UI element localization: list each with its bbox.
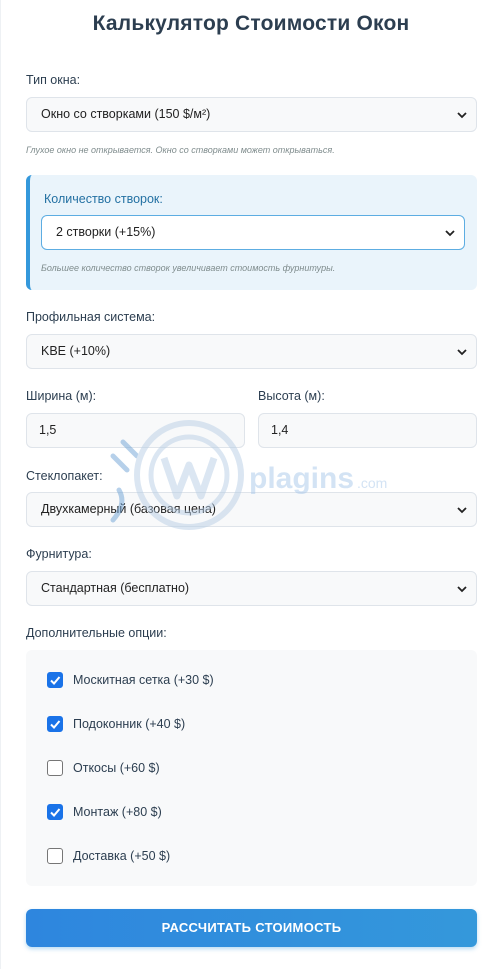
sashes-value: 2 створки (+15%) (56, 225, 156, 239)
hardware-label: Фурнитура: (26, 547, 92, 561)
sashes-select[interactable]: 2 створки (+15%) (41, 215, 465, 250)
checkmark-icon (50, 676, 61, 685)
watermark-text: plagins (249, 462, 354, 495)
checkmark-icon (50, 720, 61, 729)
glass-label: Стеклопакет: (26, 469, 103, 483)
window-type-label: Тип окна: (26, 73, 81, 87)
window-type-value: Окно со створками (150 $/м²) (41, 107, 211, 121)
checkbox[interactable] (47, 672, 63, 688)
height-input[interactable]: 1,4 (258, 413, 477, 448)
checkbox[interactable] (47, 760, 63, 776)
height-label: Высота (м): (258, 389, 325, 403)
extras-options: Москитная сетка (+30 $) Подоконник (+40 … (26, 650, 477, 886)
sashes-label: Количество створок: (44, 192, 163, 206)
page-title: Калькулятор Стоимости Окон (92, 12, 410, 35)
watermark-suffix: .com (357, 475, 387, 491)
calculator-card: Калькулятор Стоимости Окон Тип окна: Окн… (0, 0, 500, 969)
hardware-select[interactable]: Стандартная (бесплатно) (26, 571, 477, 606)
checkbox[interactable] (47, 848, 63, 864)
profile-select[interactable]: KBE (+10%) (26, 334, 477, 369)
option-slopes[interactable]: Откосы (+60 $) (47, 758, 160, 778)
sashes-panel: Количество створок: 2 створки (+15%) Бол… (26, 175, 477, 290)
profile-value: KBE (+10%) (41, 344, 111, 358)
width-label: Ширина (м): (26, 389, 97, 403)
chevron-down-icon (457, 507, 467, 514)
checkbox[interactable] (47, 804, 63, 820)
option-windowsill[interactable]: Подоконник (+40 $) (47, 714, 185, 734)
glass-value: Двухкамерный (базовая цена) (41, 502, 216, 516)
checkbox[interactable] (47, 716, 63, 732)
option-label: Подоконник (+40 $) (73, 717, 186, 731)
chevron-down-icon (457, 112, 467, 119)
calculate-button[interactable]: РАССЧИТАТЬ СТОИМОСТЬ (26, 909, 477, 947)
chevron-down-icon (445, 230, 455, 237)
profile-label: Профильная система: (26, 310, 156, 324)
window-type-hint: Глухое окно не открывается. Окно со ство… (26, 145, 335, 155)
sashes-hint: Большее количество створок увеличивает с… (41, 263, 336, 273)
window-type-select[interactable]: Окно со створками (150 $/м²) (26, 97, 477, 132)
checkmark-icon (50, 808, 61, 817)
option-delivery[interactable]: Доставка (+50 $) (47, 846, 170, 866)
extras-label: Дополнительные опции: (26, 626, 167, 640)
option-label: Откосы (+60 $) (73, 761, 160, 775)
width-input[interactable]: 1,5 (26, 413, 245, 448)
glass-select[interactable]: Двухкамерный (базовая цена) (26, 492, 477, 527)
chevron-down-icon (457, 349, 467, 356)
option-mosquito-net[interactable]: Москитная сетка (+30 $) (47, 670, 214, 690)
option-installation[interactable]: Монтаж (+80 $) (47, 802, 162, 822)
hardware-value: Стандартная (бесплатно) (41, 581, 190, 595)
option-label: Монтаж (+80 $) (73, 805, 162, 819)
option-label: Доставка (+50 $) (73, 849, 171, 863)
option-label: Москитная сетка (+30 $) (73, 673, 214, 687)
chevron-down-icon (457, 586, 467, 593)
